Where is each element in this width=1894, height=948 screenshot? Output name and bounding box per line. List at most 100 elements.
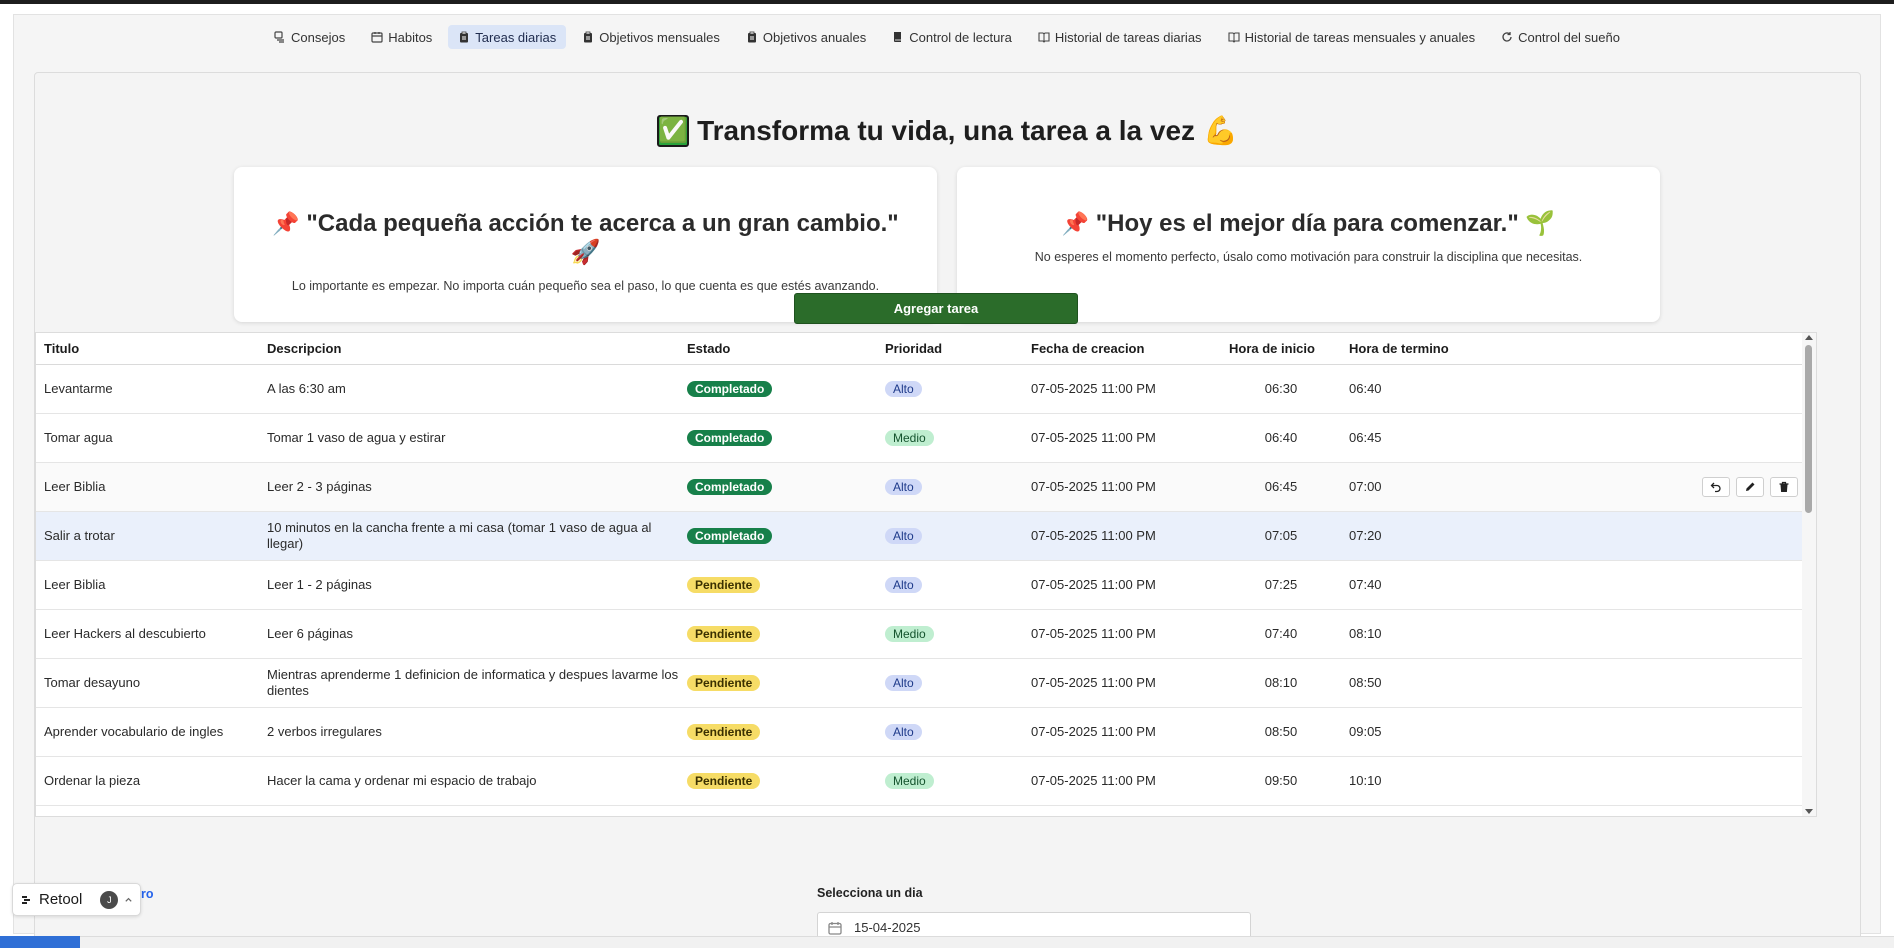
column-header[interactable]: Descripcion (259, 333, 679, 365)
undo-icon (1710, 481, 1722, 493)
table-row[interactable]: Levantarme A las 6:30 am Completado Alto 07-… (36, 364, 1804, 414)
cell-estado: Pendiente (679, 560, 877, 610)
column-header[interactable]: Hora de inicio (1221, 333, 1341, 365)
trash-icon (1778, 481, 1790, 493)
seedling-icon: 🌱 (1525, 210, 1556, 237)
headline-text: Transforma tu vida, una tarea a la vez (697, 115, 1196, 146)
book-icon (892, 31, 904, 43)
cell-estado: Completado (679, 413, 877, 463)
cell-prioridad: Medio (877, 756, 1023, 806)
tab-control-del-sueño[interactable]: Control del sueño (1491, 25, 1630, 49)
cell-hora-termino: 10:10 (1341, 756, 1481, 806)
cell-estado: Pendiente (679, 658, 877, 708)
add-task-button[interactable]: Agregar tarea (794, 293, 1078, 324)
table-row[interactable]: Leer Biblia Leer 1 - 2 páginas Pendiente Al… (36, 560, 1804, 610)
column-header[interactable]: Prioridad (877, 333, 1023, 365)
cell-prioridad: Alto (877, 364, 1023, 414)
cell-hora-termino: 09:05 (1341, 707, 1481, 757)
column-header[interactable]: Hora de termino (1341, 333, 1481, 365)
cell-estado: Pendiente (679, 756, 877, 806)
scroll-down-arrow-icon[interactable] (1805, 809, 1813, 814)
cell-titulo: Aprender vocabulario de ingles (36, 707, 259, 757)
pencil-button[interactable] (1736, 476, 1764, 497)
open-book-icon (1038, 31, 1050, 43)
tab-objetivos-anuales[interactable]: Objetivos anuales (736, 25, 876, 49)
status-badge: Pendiente (687, 625, 761, 642)
tab-control-de-lectura[interactable]: Control de lectura (882, 25, 1022, 49)
tab-consejos[interactable]: Consejos (264, 25, 355, 49)
cell-hora-inicio: 07:25 (1221, 560, 1341, 610)
cell-estado: Completado (679, 364, 877, 414)
cell-descripcion: Leer 6 páginas (259, 609, 679, 659)
quote-body: Lo importante es empezar. No importa cuá… (291, 279, 880, 293)
cell-titulo: Ordenar la pieza (36, 756, 259, 806)
cell-hora-termino: 06:45 (1341, 413, 1481, 463)
scroll-thumb[interactable] (1805, 345, 1812, 513)
priority-badge: Alto (885, 380, 922, 397)
undo-button[interactable] (1702, 476, 1730, 497)
cell-prioridad: Alto (877, 462, 1023, 512)
trash-button[interactable] (1770, 476, 1798, 497)
priority-badge: Alto (885, 674, 922, 691)
table-scrollbar[interactable] (1802, 333, 1816, 816)
cell-hora-inicio: 06:45 (1221, 462, 1341, 512)
chevron-up-icon[interactable] (124, 895, 133, 904)
status-badge: Completado (687, 478, 773, 495)
cell-titulo: Leer Hackers al descubierto (36, 609, 259, 659)
cell-descripcion: Leer 2 - 3 páginas (259, 462, 679, 512)
day-picker-value: 15-04-2025 (854, 920, 921, 935)
table-row[interactable]: Tomar desayuno Mientras aprenderme 1 defi… (36, 658, 1804, 708)
table-row[interactable]: Aprender vocabulario de ingles 2 verbos i… (36, 707, 1804, 757)
scroll-up-arrow-icon[interactable] (1805, 335, 1813, 340)
retool-badge[interactable]: Retool J (12, 883, 141, 916)
cell-fecha: 07-05-2025 11:00 PM (1023, 413, 1221, 463)
column-header[interactable]: Fecha de creacion (1023, 333, 1221, 365)
tab-habitos[interactable]: Habitos (361, 25, 442, 49)
table-header-row: Titulo Descripcion Estado Prioridad Fech… (36, 333, 1804, 365)
avatar[interactable]: J (100, 890, 119, 909)
cell-descripcion: Leer 1 - 2 páginas (259, 560, 679, 610)
tab-objetivos-mensuales[interactable]: Objetivos mensuales (572, 25, 730, 49)
table-row[interactable]: Salir a trotar 10 minutos en la cancha fr… (36, 511, 1804, 561)
cell-hora-inicio: 06:40 (1221, 413, 1341, 463)
cell-prioridad: Alto (877, 707, 1023, 757)
tab-label: Habitos (388, 29, 433, 45)
cell-estado: Pendiente (679, 609, 877, 659)
cell-descripcion: Hacer la cama y ordenar mi espacio de tr… (259, 756, 679, 806)
column-header[interactable]: Estado (679, 333, 877, 365)
tab-historial-de-tareas-mensuales-y-anuales[interactable]: Historial de tareas mensuales y anuales (1218, 25, 1486, 49)
table-row[interactable]: Leer Hackers al descubierto Leer 6 página… (36, 609, 1804, 659)
browser-top-bar (0, 0, 1894, 4)
tab-tareas-diarias[interactable]: Tareas diarias (448, 25, 567, 49)
quote-text: "Cada pequeña acción te acerca a un gran… (306, 210, 899, 237)
cell-actions (1481, 511, 1804, 561)
cell-fecha: 07-05-2025 11:00 PM (1023, 707, 1221, 757)
tab-bar: Consejos Habitos Tareas diarias Objetivos m… (14, 25, 1880, 49)
cell-actions (1481, 658, 1804, 708)
cell-hora-termino: 08:50 (1341, 658, 1481, 708)
table-row[interactable]: Tomar agua Tomar 1 vaso de agua y estirar… (36, 413, 1804, 463)
bottom-blue-tab[interactable] (0, 936, 80, 948)
retool-label: Retool (39, 891, 83, 908)
status-badge: Pendiente (687, 723, 761, 740)
column-header[interactable]: Titulo (36, 333, 259, 365)
cell-fecha: 07-05-2025 11:00 PM (1023, 756, 1221, 806)
open-book-icon (1228, 31, 1240, 43)
tab-historial-de-tareas-diarias[interactable]: Historial de tareas diarias (1028, 25, 1212, 49)
lightbulb-icon (274, 31, 286, 43)
table-row[interactable]: Ordenar la pieza Hacer la cama y ordenar … (36, 756, 1804, 806)
priority-badge: Alto (885, 478, 922, 495)
cell-prioridad: Medio (877, 413, 1023, 463)
tab-label: Consejos (291, 29, 346, 45)
priority-badge: Medio (885, 772, 934, 789)
priority-badge: Medio (885, 429, 934, 446)
cell-estado: Pendiente (679, 707, 877, 757)
tab-label: Objetivos mensuales (599, 29, 720, 45)
status-badge: Pendiente (687, 576, 761, 593)
flexed-biceps-icon: 💪 (1203, 115, 1238, 146)
cell-hora-inicio: 06:30 (1221, 364, 1341, 414)
status-badge: Pendiente (687, 772, 761, 789)
table-row[interactable]: Leer Biblia Leer 2 - 3 páginas Completado A… (36, 462, 1804, 512)
priority-badge: Alto (885, 527, 922, 544)
cell-prioridad: Alto (877, 511, 1023, 561)
